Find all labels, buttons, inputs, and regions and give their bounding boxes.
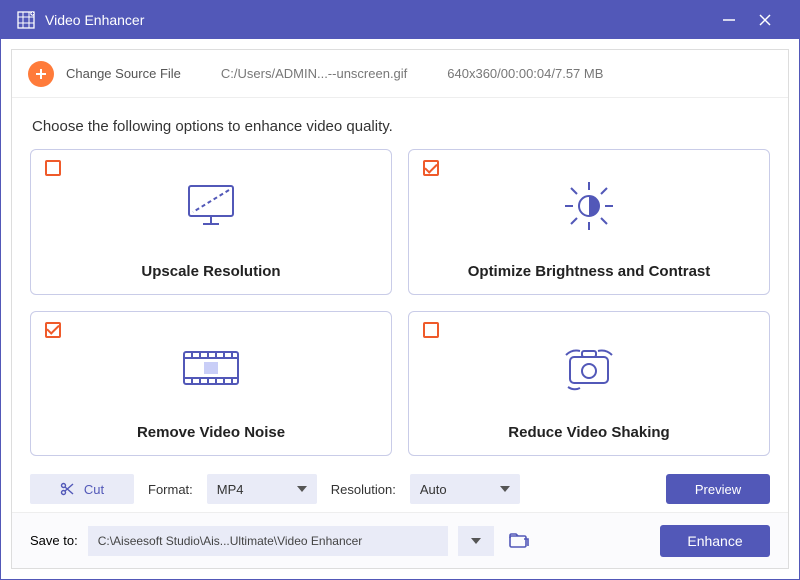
save-to-label: Save to:: [30, 533, 78, 548]
cut-button[interactable]: Cut: [30, 474, 134, 504]
save-path-dropdown[interactable]: [458, 526, 494, 556]
close-button[interactable]: [747, 1, 783, 39]
resolution-value: Auto: [420, 482, 447, 497]
source-meta: 640x360/00:00:04/7.57 MB: [447, 66, 603, 81]
main-area: Choose the following options to enhance …: [12, 98, 788, 512]
camera-shake-icon: [556, 341, 622, 395]
options-grid: Upscale Resolution: [30, 149, 770, 456]
filmstrip-icon: [178, 344, 244, 392]
option-card-brightness[interactable]: Optimize Brightness and Contrast: [408, 149, 770, 295]
brightness-icon: [557, 178, 621, 234]
source-strip: Change Source File C:/Users/ADMIN...--un…: [12, 50, 788, 98]
checkbox-brightness[interactable]: [423, 160, 439, 176]
preview-button[interactable]: Preview: [666, 474, 770, 504]
monitor-icon: [181, 180, 241, 232]
resolution-select[interactable]: Auto: [410, 474, 520, 504]
folder-icon: [509, 533, 529, 549]
chevron-down-icon: [500, 486, 510, 492]
app-title: Video Enhancer: [45, 12, 144, 28]
tools-row: Cut Format: MP4 Resolution: Auto Preview: [30, 474, 770, 504]
resolution-label: Resolution:: [331, 482, 396, 497]
minimize-button[interactable]: [711, 1, 747, 39]
plus-icon: [34, 67, 48, 81]
enhance-button[interactable]: Enhance: [660, 525, 770, 557]
change-source-link[interactable]: Change Source File: [66, 66, 181, 81]
format-select[interactable]: MP4: [207, 474, 317, 504]
cut-label: Cut: [84, 482, 104, 497]
app-window: Video Enhancer Change Source File C:/Use…: [0, 0, 800, 580]
chevron-down-icon: [471, 538, 481, 544]
option-title: Reduce Video Shaking: [508, 424, 669, 441]
chevron-down-icon: [297, 486, 307, 492]
open-folder-button[interactable]: [504, 526, 534, 556]
option-title: Optimize Brightness and Contrast: [468, 263, 711, 280]
add-source-button[interactable]: [28, 61, 54, 87]
app-icon: [17, 11, 35, 29]
checkbox-deshake[interactable]: [423, 322, 439, 338]
option-card-denoise[interactable]: Remove Video Noise: [30, 311, 392, 457]
titlebar: Video Enhancer: [1, 1, 799, 39]
checkbox-denoise[interactable]: [45, 322, 61, 338]
option-card-deshake[interactable]: Reduce Video Shaking: [408, 311, 770, 457]
option-title: Upscale Resolution: [141, 263, 280, 280]
checkbox-upscale[interactable]: [45, 160, 61, 176]
format-value: MP4: [217, 482, 244, 497]
content-panel: Change Source File C:/Users/ADMIN...--un…: [11, 49, 789, 569]
save-path-field[interactable]: C:\Aiseesoft Studio\Ais...Ultimate\Video…: [88, 526, 448, 556]
footer-bar: Save to: C:\Aiseesoft Studio\Ais...Ultim…: [12, 512, 788, 568]
format-label: Format:: [148, 482, 193, 497]
source-path: C:/Users/ADMIN...--unscreen.gif: [221, 66, 407, 81]
option-title: Remove Video Noise: [137, 424, 285, 441]
instruction-text: Choose the following options to enhance …: [32, 118, 770, 135]
option-card-upscale[interactable]: Upscale Resolution: [30, 149, 392, 295]
scissors-icon: [60, 482, 74, 496]
